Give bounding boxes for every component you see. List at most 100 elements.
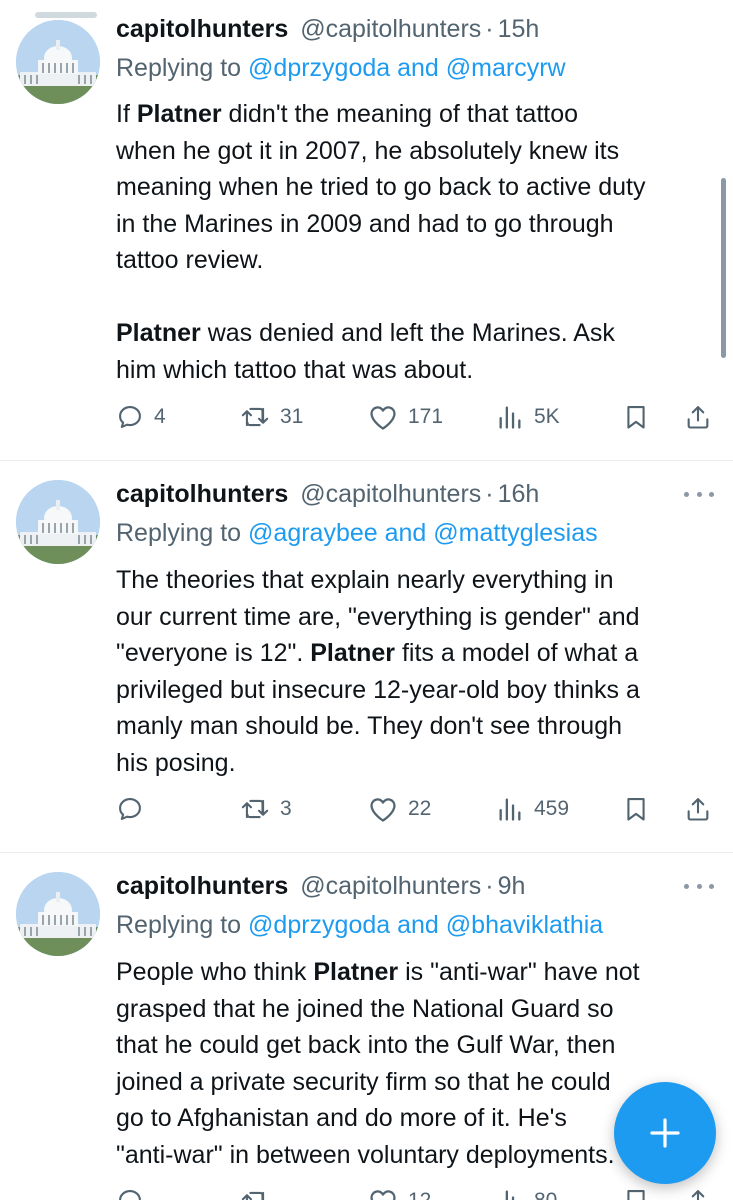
view-count: 459 — [534, 797, 570, 820]
more-icon — [684, 883, 689, 889]
mention-link[interactable]: @mattyglesias — [433, 519, 597, 547]
text-line: privileged but insecure 12-year-old boy … — [116, 675, 640, 704]
scrollbar-thumb[interactable] — [721, 178, 726, 358]
more-icon — [684, 491, 689, 497]
like-button[interactable]: 12 — [368, 1183, 431, 1200]
mention-link[interactable]: @dprzygoda — [248, 911, 390, 939]
reply-button[interactable]: 4 — [116, 399, 166, 435]
share-icon — [691, 1190, 705, 1200]
timestamp[interactable]: 9h — [498, 872, 526, 901]
top-drag-handle — [35, 12, 97, 18]
capitol-avatar-icon — [16, 480, 100, 564]
tweet-actions: 12 80 — [116, 1183, 716, 1200]
tweet-text: The theories that explain nearly everyth… — [116, 562, 716, 781]
separator-dot: · — [485, 15, 494, 43]
timestamp[interactable]: 16h — [498, 480, 540, 509]
views-button[interactable]: 5K — [496, 399, 560, 435]
tweet-header: capitolhunters @capitolhunters · 16h — [116, 480, 539, 512]
like-count: 22 — [408, 797, 432, 820]
mention-link[interactable]: @agraybee — [248, 519, 378, 547]
text-line: The theories that explain nearly everyth… — [116, 566, 614, 594]
heart-icon — [370, 406, 396, 430]
avatar[interactable] — [16, 872, 100, 956]
retweet-count: 31 — [280, 405, 304, 428]
text-line-blank — [116, 279, 716, 316]
tweet-header: capitolhunters @capitolhunters · 15h — [116, 15, 539, 47]
tweet-text: If Platner didn't the meaning of that ta… — [116, 96, 716, 388]
display-name[interactable]: capitolhunters — [116, 15, 288, 44]
tweet-divider — [0, 852, 733, 853]
tweet-header: capitolhunters @capitolhunters · 9h — [116, 872, 525, 904]
view-count: 5K — [534, 405, 560, 428]
bookmark-button[interactable] — [622, 399, 650, 435]
share-button[interactable] — [684, 791, 712, 827]
text-line: "everyone is 12". Platner fits a model o… — [116, 639, 639, 667]
like-count: 12 — [408, 1189, 431, 1200]
mention-link[interactable]: @marcyrw — [446, 54, 566, 82]
compose-button[interactable] — [614, 1082, 716, 1184]
replying-to: Replying to @agraybee and @mattyglesias — [116, 519, 598, 548]
text-line: If Platner didn't the meaning of that ta… — [116, 100, 579, 128]
views-icon — [505, 1190, 515, 1200]
avatar[interactable] — [16, 480, 100, 564]
bookmark-icon — [627, 798, 645, 821]
retweet-icon — [241, 1191, 265, 1200]
user-handle[interactable]: @capitolhunters — [300, 480, 481, 509]
capitol-avatar-icon — [16, 872, 100, 956]
reply-icon — [119, 798, 141, 820]
share-button[interactable] — [684, 1183, 712, 1200]
text-line: our current time are, "everything is gen… — [116, 602, 640, 631]
text-line: meaning when he tried to go back to acti… — [116, 173, 646, 201]
avatar[interactable] — [16, 20, 100, 104]
reply-icon — [119, 1190, 141, 1200]
text-line: grasped that he joined the National Guar… — [116, 994, 614, 1023]
share-icon — [687, 406, 709, 429]
more-options-button[interactable] — [684, 876, 714, 896]
views-button[interactable]: 459 — [496, 791, 569, 827]
bookmark-button[interactable] — [622, 791, 650, 827]
view-count: 80 — [534, 1189, 557, 1200]
bookmark-button[interactable] — [622, 1183, 650, 1200]
separator-dot: · — [485, 872, 494, 900]
replying-prefix: Replying to — [116, 54, 242, 82]
user-handle[interactable]: @capitolhunters — [300, 15, 481, 44]
share-icon — [687, 798, 709, 821]
mention-and[interactable]: and — [397, 911, 439, 939]
display-name[interactable]: capitolhunters — [116, 872, 288, 901]
text-line: in the Marines in 2009 and had to go thr… — [116, 209, 614, 238]
reply-count: 4 — [154, 405, 166, 428]
retweet-button[interactable]: 31 — [240, 399, 303, 435]
timestamp[interactable]: 15h — [498, 15, 540, 44]
views-button[interactable]: 80 — [496, 1183, 557, 1200]
retweet-button[interactable]: 3 — [240, 791, 292, 827]
mention-and[interactable]: and — [397, 54, 439, 82]
retweet-count: 3 — [280, 797, 292, 820]
separator-dot: · — [485, 480, 494, 508]
text-line: manly man should be. They don't see thro… — [116, 712, 623, 740]
display-name[interactable]: capitolhunters — [116, 480, 288, 509]
heart-icon — [370, 798, 396, 822]
bookmark-icon — [627, 406, 645, 429]
like-button[interactable]: 171 — [368, 399, 443, 435]
reply-icon — [119, 406, 141, 428]
mention-link[interactable]: @dprzygoda — [248, 54, 390, 82]
text-line: him which tattoo that was about. — [116, 355, 474, 384]
text-line: his posing. — [116, 748, 236, 777]
text-line: when he got it in 2007, he absolutely kn… — [116, 136, 620, 165]
bookmark-icon — [627, 1190, 645, 1200]
share-button[interactable] — [684, 399, 712, 435]
user-handle[interactable]: @capitolhunters — [300, 872, 481, 901]
text-line: People who think Platner is "anti-war" h… — [116, 958, 640, 986]
tweet-actions: 4 31 171 5K — [116, 399, 716, 435]
reply-button[interactable] — [116, 1183, 144, 1200]
like-button[interactable]: 22 — [368, 791, 431, 827]
tweet-actions: 3 22 459 — [116, 791, 716, 827]
more-options-button[interactable] — [684, 484, 714, 504]
reply-button[interactable] — [116, 791, 144, 827]
replying-prefix: Replying to — [116, 519, 242, 547]
retweet-button[interactable] — [240, 1183, 270, 1200]
mention-link[interactable]: @bhaviklathia — [446, 911, 603, 939]
text-line: Platner was denied and left the Marines.… — [116, 319, 615, 347]
views-icon — [499, 406, 521, 429]
mention-and[interactable]: and — [385, 519, 427, 547]
